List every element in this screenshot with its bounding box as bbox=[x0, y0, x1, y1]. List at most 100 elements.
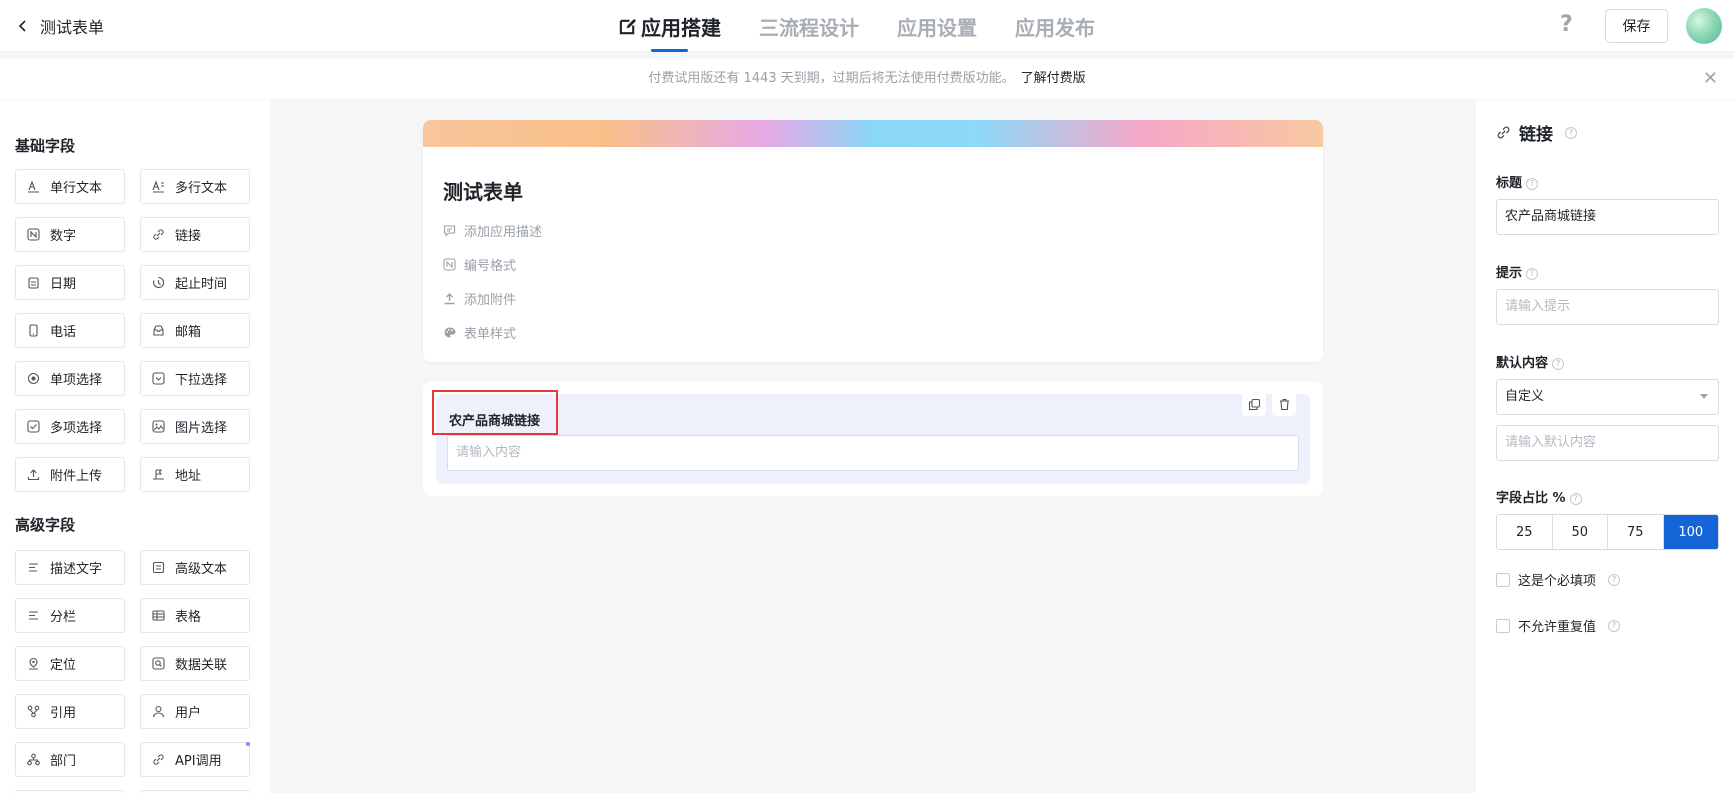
attachment-upload-icon bbox=[444, 293, 455, 305]
option-label: 编号格式 bbox=[464, 259, 517, 274]
copy-field-button[interactable] bbox=[1242, 392, 1266, 416]
field-number[interactable]: 数字 bbox=[15, 217, 125, 252]
delete-field-button[interactable] bbox=[1272, 392, 1296, 416]
field-label: 部门 bbox=[50, 754, 77, 769]
description-icon bbox=[27, 561, 40, 574]
field-image-select[interactable]: 图片选择 bbox=[140, 409, 250, 444]
tab-app-publish[interactable]: 应用发布 bbox=[1015, 0, 1095, 52]
field-columns[interactable]: 分栏 bbox=[15, 598, 125, 633]
title-label-text: 标题 bbox=[1496, 176, 1523, 191]
field-label: 多行文本 bbox=[175, 181, 228, 196]
field-checkbox[interactable]: 多项选择 bbox=[15, 409, 125, 444]
hint-label-text: 提示 bbox=[1496, 266, 1523, 281]
chevron-down-icon bbox=[1700, 394, 1708, 399]
field-location[interactable]: 定位 bbox=[15, 646, 125, 681]
checkbox-box[interactable] bbox=[1496, 618, 1510, 633]
new-badge-dot bbox=[246, 742, 250, 746]
user-icon bbox=[152, 705, 165, 718]
help-circle-icon[interactable]: ? bbox=[1608, 619, 1621, 632]
ratio-option-75[interactable]: 75 bbox=[1608, 515, 1664, 549]
field-label: 数字 bbox=[50, 229, 77, 244]
field-api-call[interactable]: API调用 bbox=[140, 742, 250, 777]
canvas-field-input[interactable]: 请输入内容 bbox=[447, 435, 1299, 471]
link-icon bbox=[152, 228, 165, 241]
title-input[interactable]: 农产品商城链接 bbox=[1496, 199, 1719, 235]
field-data-link[interactable]: 数据关联 bbox=[140, 646, 250, 681]
form-style-option[interactable]: 表单样式 bbox=[443, 323, 516, 342]
top-header: 测试表单 应用搭建 三流程设计 应用设置 应用发布 ? 保存 bbox=[0, 0, 1734, 52]
tab-app-settings[interactable]: 应用设置 bbox=[897, 0, 977, 52]
tab-process-design[interactable]: 三流程设计 bbox=[759, 0, 859, 52]
help-circle-icon[interactable]: ? bbox=[1526, 267, 1539, 280]
back-button[interactable]: 测试表单 bbox=[16, 14, 104, 38]
option-label: 添加应用描述 bbox=[464, 225, 543, 240]
field-table[interactable]: 表格 bbox=[140, 598, 250, 633]
field-link[interactable]: 链接 bbox=[140, 217, 250, 252]
field-reference[interactable]: 引用 bbox=[15, 694, 125, 729]
field-description[interactable]: 描述文字 bbox=[15, 550, 125, 585]
avatar[interactable] bbox=[1686, 8, 1722, 44]
field-file-upload[interactable]: 附件上传 bbox=[15, 457, 125, 492]
default-setting-label: 默认内容? bbox=[1496, 352, 1565, 371]
field-label: 多项选择 bbox=[50, 421, 103, 436]
field-label: 分栏 bbox=[50, 610, 77, 625]
field-label: 起止时间 bbox=[175, 277, 228, 292]
default-label-text: 默认内容 bbox=[1496, 356, 1549, 371]
default-select-value: 自定义 bbox=[1505, 389, 1545, 404]
data-link-icon bbox=[152, 657, 165, 670]
field-department[interactable]: 部门 bbox=[15, 742, 125, 777]
save-button[interactable]: 保存 bbox=[1605, 9, 1668, 43]
form-title[interactable]: 测试表单 bbox=[443, 176, 523, 205]
help-circle-icon[interactable]: ? bbox=[1569, 492, 1582, 505]
help-circle-icon[interactable]: ? bbox=[1608, 573, 1621, 586]
field-user[interactable]: 用户 bbox=[140, 694, 250, 729]
field-label: 引用 bbox=[50, 706, 77, 721]
help-circle-icon[interactable]: ? bbox=[1552, 357, 1565, 370]
trash-icon bbox=[1279, 398, 1289, 410]
field-phone[interactable]: 电话 bbox=[15, 313, 125, 348]
field-mail[interactable]: 邮箱 bbox=[140, 313, 250, 348]
no-duplicate-checkbox[interactable]: 不允许重复值 ? bbox=[1496, 616, 1621, 635]
hint-input[interactable]: 请输入提示 bbox=[1496, 289, 1719, 325]
field-address[interactable]: 地址 bbox=[140, 457, 250, 492]
help-circle-icon[interactable]: ? bbox=[1565, 126, 1577, 139]
link-icon bbox=[1497, 126, 1510, 139]
close-icon[interactable]: ✕ bbox=[1703, 59, 1718, 99]
selected-field-card[interactable]: 农产品商城链接 请输入内容 bbox=[423, 382, 1323, 496]
ratio-option-100[interactable]: 100 bbox=[1663, 515, 1718, 549]
field-radio[interactable]: 单项选择 bbox=[15, 361, 125, 396]
field-label: 地址 bbox=[175, 469, 202, 484]
add-attachment-option[interactable]: 添加附件 bbox=[443, 289, 516, 308]
number-format-icon bbox=[443, 258, 456, 271]
location-icon bbox=[27, 657, 40, 670]
phone-icon bbox=[27, 324, 40, 337]
field-label: 日期 bbox=[50, 277, 77, 292]
ratio-option-25[interactable]: 25 bbox=[1497, 515, 1553, 549]
field-label: API调用 bbox=[175, 754, 222, 769]
number-format-option[interactable]: 编号格式 bbox=[443, 255, 516, 274]
field-single-line-text[interactable]: 单行文本 bbox=[15, 169, 125, 204]
form-header-card: 测试表单 添加应用描述 编号格式 添加附件 表单样式 bbox=[423, 120, 1323, 362]
add-description-option[interactable]: 添加应用描述 bbox=[443, 221, 542, 240]
option-label: 添加附件 bbox=[464, 293, 517, 308]
learn-paid-link[interactable]: 了解付费版 bbox=[1021, 71, 1086, 86]
field-rich-text[interactable]: 高级文本 bbox=[140, 550, 250, 585]
checkbox-box[interactable] bbox=[1496, 572, 1510, 587]
main-tabs: 应用搭建 三流程设计 应用设置 应用发布 bbox=[618, 0, 1095, 52]
field-date[interactable]: 日期 bbox=[15, 265, 125, 300]
tab-app-publish-label: 应用发布 bbox=[1015, 15, 1095, 40]
tab-app-build[interactable]: 应用搭建 bbox=[618, 0, 721, 52]
default-value-input[interactable]: 请输入默认内容 bbox=[1496, 425, 1719, 461]
field-label: 图片选择 bbox=[175, 421, 228, 436]
field-multi-line-text[interactable]: 多行文本 bbox=[140, 169, 250, 204]
help-circle-icon[interactable]: ? bbox=[1526, 177, 1539, 190]
properties-panel: 链接 ? 标题? 农产品商城链接 提示? 请输入提示 默认内容? 自定义 请输入… bbox=[1476, 100, 1734, 793]
ratio-segmented-control: 25 50 75 100 bbox=[1496, 514, 1719, 550]
properties-title-text: 链接 bbox=[1519, 125, 1553, 145]
default-type-select[interactable]: 自定义 bbox=[1496, 379, 1719, 415]
ratio-option-50[interactable]: 50 bbox=[1553, 515, 1608, 549]
field-dropdown[interactable]: 下拉选择 bbox=[140, 361, 250, 396]
help-icon[interactable]: ? bbox=[1560, 12, 1573, 37]
field-time-range[interactable]: 起止时间 bbox=[140, 265, 250, 300]
required-checkbox[interactable]: 这是个必填项 ? bbox=[1496, 570, 1621, 589]
